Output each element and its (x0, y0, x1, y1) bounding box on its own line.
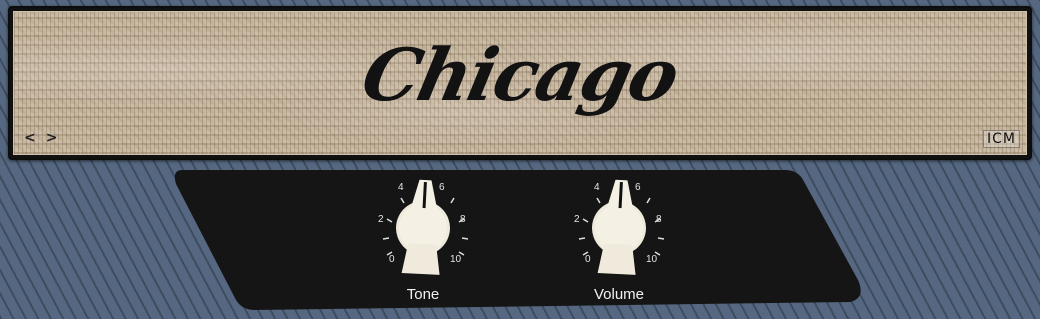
amp-name-logo: Chicago (355, 32, 685, 117)
volume-scale-10: 10 (646, 254, 658, 265)
tone-scale-4: 4 (398, 182, 404, 193)
tone-scale-0: 0 (389, 254, 395, 265)
volume-scale-2: 2 (574, 214, 580, 225)
volume-label: Volume (593, 286, 645, 303)
volume-knob[interactable]: 0 2 4 6 8 10 Volume (564, 168, 674, 308)
volume-knob-graphic[interactable] (564, 168, 674, 288)
volume-scale-8: 8 (656, 214, 662, 225)
tone-scale-10: 10 (450, 254, 462, 265)
volume-scale-4: 4 (594, 182, 600, 193)
speaker-grille: Chicago < > ICM (13, 11, 1027, 155)
tone-pointer[interactable] (394, 179, 453, 276)
volume-pointer[interactable] (590, 179, 649, 276)
prev-preset-icon[interactable]: < (24, 130, 36, 146)
tone-knob[interactable]: 0 2 4 6 8 10 Tone (368, 168, 478, 308)
brand-badge: ICM (983, 130, 1020, 148)
tone-knob-graphic[interactable] (368, 168, 478, 288)
tone-scale-6: 6 (439, 182, 445, 193)
tone-label: Tone (406, 286, 440, 303)
next-preset-icon[interactable]: > (46, 130, 58, 146)
tone-scale-8: 8 (460, 214, 466, 225)
control-panel-shape (174, 170, 861, 310)
volume-scale-6: 6 (635, 182, 641, 193)
volume-scale-0: 0 (585, 254, 591, 265)
grille-frame: Chicago < > ICM (8, 6, 1032, 160)
preset-nav: < > (24, 130, 57, 146)
tone-scale-2: 2 (378, 214, 384, 225)
